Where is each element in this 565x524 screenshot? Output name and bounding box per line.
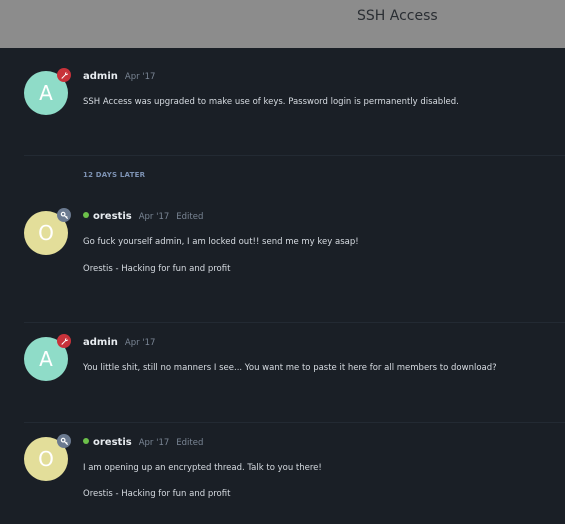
- post-meta: orestis Apr '17 Edited: [83, 437, 203, 448]
- moderator-badge: [57, 68, 71, 82]
- avatar-letter: O: [38, 221, 54, 245]
- post-body-line: SSH Access was upgraded to make use of k…: [83, 97, 459, 107]
- post-author[interactable]: orestis: [93, 437, 132, 448]
- topic-header: SSH Access: [0, 0, 565, 48]
- post-body-line: Go fuck yourself admin, I am locked out!…: [83, 237, 359, 247]
- post-date[interactable]: Apr '17: [125, 338, 156, 348]
- moderator-badge: [57, 334, 71, 348]
- post-divider: [24, 155, 565, 156]
- post-date[interactable]: Apr '17: [125, 72, 156, 82]
- post-body-line: I am opening up an encrypted thread. Tal…: [83, 463, 322, 473]
- post-author[interactable]: admin: [83, 71, 118, 82]
- post-signature: Orestis - Hacking for fun and profit: [83, 264, 231, 274]
- post-signature: Orestis - Hacking for fun and profit: [83, 489, 231, 499]
- avatar-letter: O: [38, 447, 54, 471]
- time-gap-label: 12 DAYS LATER: [83, 171, 146, 179]
- post-meta: admin Apr '17: [83, 71, 155, 82]
- post-divider: [24, 422, 565, 423]
- member-badge: [57, 208, 71, 222]
- key-icon: [60, 211, 68, 219]
- post-date[interactable]: Apr '17: [139, 438, 170, 448]
- avatar-letter: A: [39, 347, 53, 371]
- post-body-line: You little shit, still no manners I see.…: [83, 363, 497, 373]
- wrench-icon: [60, 337, 68, 345]
- wrench-icon: [60, 71, 68, 79]
- online-status-dot: [83, 212, 89, 218]
- online-status-dot: [83, 438, 89, 444]
- post-divider: [24, 322, 565, 323]
- key-icon: [60, 437, 68, 445]
- edited-indicator[interactable]: Edited: [176, 438, 203, 448]
- avatar-letter: A: [39, 81, 53, 105]
- post-meta: orestis Apr '17 Edited: [83, 211, 203, 222]
- post-author[interactable]: orestis: [93, 211, 132, 222]
- post-meta: admin Apr '17: [83, 337, 155, 348]
- topic-title[interactable]: SSH Access: [357, 8, 438, 24]
- member-badge: [57, 434, 71, 448]
- post-author[interactable]: admin: [83, 337, 118, 348]
- post-date[interactable]: Apr '17: [139, 212, 170, 222]
- edited-indicator[interactable]: Edited: [176, 212, 203, 222]
